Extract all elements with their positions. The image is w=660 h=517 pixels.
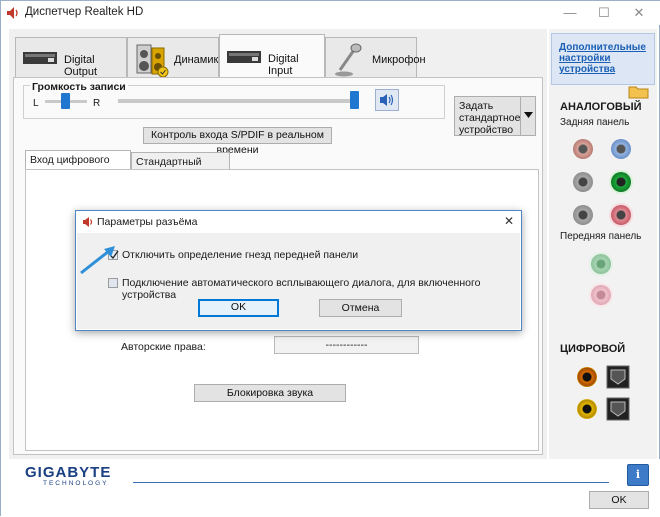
subtab-digital-input[interactable]: Вход цифрового звука [25, 150, 131, 178]
rear-jack-gray-2[interactable] [573, 205, 593, 225]
tab-digital-output-label: Digital Output [64, 54, 98, 78]
tab-microphone[interactable]: Микрофон [325, 37, 426, 77]
title-bar: Диспетчер Realtek HD — ☐ ✕ [1, 1, 660, 25]
recording-volume-thumb[interactable] [350, 91, 359, 109]
auto-popup-label[interactable]: Подключение автоматического всплывающего… [122, 277, 520, 301]
speaker-app-icon [7, 7, 18, 19]
recording-volume-label: Громкость записи [30, 81, 128, 93]
analog-heading: АНАЛОГОВЫЙ [560, 101, 642, 113]
tab-digital-output[interactable]: Digital Output [15, 37, 127, 78]
tab-microphone-label: Микрофон [372, 54, 426, 66]
speaker-dialog-icon [83, 217, 93, 227]
front-panel-label: Передняя панель [560, 231, 642, 242]
dialog-title: Параметры разъёма [97, 216, 198, 228]
rear-jack-red[interactable] [611, 205, 631, 225]
folder-icon[interactable] [628, 83, 650, 99]
copyright-label: Авторские права: [121, 341, 206, 353]
coaxial-jack-1[interactable] [577, 367, 597, 387]
footer-divider [133, 482, 609, 483]
window-title: Диспетчер Realtek HD [25, 6, 144, 18]
minimize-button[interactable]: — [552, 1, 588, 25]
balance-left-label: L [33, 98, 39, 109]
speakers-icon [136, 44, 169, 78]
tab-digital-input-label: Digital Input [268, 53, 299, 77]
chevron-down-icon [524, 112, 533, 118]
balance-slider-thumb[interactable] [61, 93, 70, 109]
recording-volume-track[interactable] [118, 99, 358, 103]
tab-speakers-label: Динамики [174, 54, 225, 66]
gigabyte-logo: GIGABYTE [25, 464, 112, 481]
subtab-default-format[interactable]: Стандартный формат [131, 152, 230, 180]
rear-jack-green[interactable] [611, 172, 631, 192]
annotation-arrow-icon [80, 246, 115, 275]
spdif-monitor-button[interactable]: Контроль входа S/PDIF в реальном времени [143, 127, 332, 156]
connector-settings-dialog: Параметры разъёма ✕ Отключить определени… [75, 210, 522, 331]
speaker-volume-icon [380, 94, 394, 106]
digital-heading: ЦИФРОВОЙ [560, 343, 626, 355]
footer-bar: GIGABYTE TECHNOLOGY i OK [1, 459, 660, 517]
disable-front-jack-detection-label[interactable]: Отключить определение гнезд передней пан… [122, 249, 358, 261]
rear-jack-gray-1[interactable] [573, 172, 593, 192]
lock-sound-button[interactable]: Блокировка звука [194, 384, 346, 402]
rear-panel-label: Задняя панель [560, 117, 630, 128]
digital-input-device-icon [227, 51, 261, 63]
gigabyte-logo-sub: TECHNOLOGY [43, 480, 109, 487]
maximize-button[interactable]: ☐ [586, 1, 622, 25]
balance-right-label: R [93, 98, 101, 109]
dialog-ok-button[interactable]: OK [198, 299, 279, 317]
ok-main-button[interactable]: OK [589, 491, 649, 509]
dialog-body: Отключить определение гнезд передней пан… [77, 233, 520, 329]
realtek-window: Диспетчер Realtek HD — ☐ ✕ Digital Outpu… [0, 0, 660, 517]
mute-toggle-button[interactable] [375, 89, 399, 111]
microphone-icon [335, 43, 362, 77]
digital-output-device-icon [23, 52, 57, 64]
set-default-device-dropdown[interactable] [520, 97, 536, 135]
advanced-settings-link[interactable]: Дополнительные настройки устройства [559, 42, 653, 75]
rear-jack-pink[interactable] [573, 139, 593, 159]
coaxial-jack-2[interactable] [577, 399, 597, 419]
copyright-value: ------------ [274, 336, 419, 354]
dialog-cancel-button[interactable]: Отмена [319, 299, 402, 317]
device-advanced-panel: Дополнительные настройки устройства АНАЛ… [549, 29, 657, 459]
front-jack-pink[interactable] [591, 285, 611, 305]
close-window-button[interactable]: ✕ [621, 1, 657, 25]
info-button[interactable]: i [627, 464, 649, 486]
tab-digital-input[interactable]: Digital Input [219, 34, 325, 78]
tab-speakers[interactable]: Динамики [127, 37, 224, 78]
optical-port-icon-2[interactable] [606, 397, 630, 421]
auto-popup-checkbox[interactable] [108, 278, 118, 288]
rear-jack-blue[interactable] [611, 139, 631, 159]
front-jack-green[interactable] [591, 254, 611, 274]
dialog-close-icon[interactable]: ✕ [504, 214, 514, 228]
optical-port-icon-1[interactable] [606, 365, 630, 389]
